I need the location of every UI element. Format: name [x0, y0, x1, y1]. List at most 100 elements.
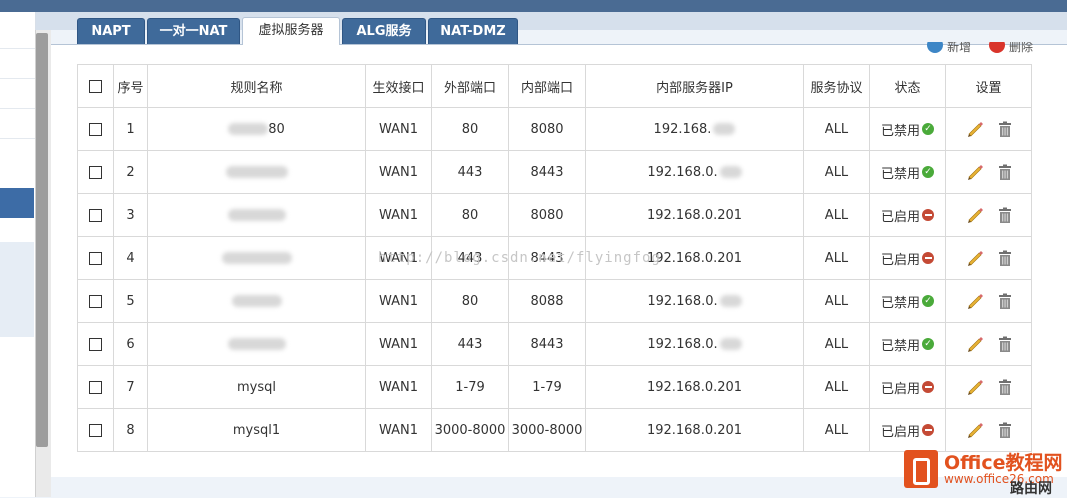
delete-trash-icon[interactable]	[998, 422, 1012, 438]
delete-trash-icon[interactable]	[998, 336, 1012, 352]
row-checkbox[interactable]	[89, 165, 102, 179]
table-row[interactable]: 8 mysql1 WAN1 3000-8000 3000-8000 192.168.0.2…	[77, 408, 1032, 452]
disabled-status-icon[interactable]: ✓	[922, 338, 934, 350]
status-toggle[interactable]: 已禁用 ✓	[881, 335, 934, 354]
add-button[interactable]: 新增	[927, 42, 971, 55]
row-select-cell	[77, 279, 114, 323]
table-body: 1 80 WAN1 80 8080 192.168. ALL 已禁用 ✓ 2 WAN1 443 8443…	[77, 107, 1032, 452]
settings-cell	[945, 322, 1032, 366]
edit-pencil-icon[interactable]	[966, 250, 984, 266]
delete-trash-icon[interactable]	[998, 164, 1012, 180]
status-cell[interactable]: 已启用	[869, 236, 946, 280]
table-row[interactable]: 6 WAN1 443 8443 192.168.0. ALL 已禁用 ✓	[77, 322, 1032, 366]
enabled-status-icon[interactable]	[922, 209, 934, 221]
edit-pencil-icon[interactable]	[966, 164, 984, 180]
server-ip: 192.168.0.	[647, 336, 718, 352]
status-toggle[interactable]: 已禁用 ✓	[881, 120, 934, 139]
interface-cell: WAN1	[365, 365, 432, 409]
delete-trash-icon[interactable]	[998, 207, 1012, 223]
disabled-status-icon[interactable]: ✓	[922, 166, 934, 178]
tab-napt[interactable]: NAPT	[77, 18, 145, 44]
status-toggle[interactable]: 已禁用 ✓	[881, 163, 934, 182]
status-cell[interactable]: 已启用	[869, 193, 946, 237]
disabled-status-icon[interactable]: ✓	[922, 295, 934, 307]
column-header-external-port: 外部端口	[431, 64, 509, 108]
table-row[interactable]: 1 80 WAN1 80 8080 192.168. ALL 已禁用 ✓	[77, 107, 1032, 151]
tab-virtual-server[interactable]: 虚拟服务器	[242, 17, 340, 45]
nav-submenu[interactable]	[0, 242, 34, 337]
edit-pencil-icon[interactable]	[966, 207, 984, 223]
redacted-name-blur	[231, 295, 282, 307]
status-toggle[interactable]: 已启用	[881, 249, 934, 268]
redacted-name-blur	[227, 338, 286, 350]
internal-port-cell: 8080	[508, 107, 586, 151]
internal-port-cell: 8088	[508, 279, 586, 323]
row-checkbox[interactable]	[89, 294, 102, 308]
settings-cell	[945, 279, 1032, 323]
row-checkbox[interactable]	[89, 208, 102, 222]
status-cell[interactable]: 已禁用 ✓	[869, 150, 946, 194]
redacted-ip-blur	[719, 338, 742, 350]
row-checkbox[interactable]	[89, 251, 102, 265]
table-row[interactable]: 5 WAN1 80 8088 192.168.0. ALL 已禁用 ✓	[77, 279, 1032, 323]
row-checkbox[interactable]	[89, 337, 102, 351]
table-row[interactable]: 4 WAN1 443 8443 192.168.0.201 ALL 已启用	[77, 236, 1032, 280]
enabled-status-icon[interactable]	[922, 252, 934, 264]
rule-name-cell: mysql1	[147, 408, 366, 452]
delete-trash-icon[interactable]	[998, 121, 1012, 137]
server-ip-cell: 192.168.0.201	[585, 236, 804, 280]
protocol-cell: ALL	[803, 193, 870, 237]
status-toggle[interactable]: 已启用	[881, 378, 934, 397]
scrollbar-thumb[interactable]	[36, 33, 48, 447]
rule-name: mysql	[237, 379, 276, 395]
status-text: 已禁用	[880, 166, 920, 182]
status-cell[interactable]: 已禁用 ✓	[869, 322, 946, 366]
external-port-cell: 443	[431, 150, 509, 194]
nav-item-selected[interactable]	[0, 188, 34, 218]
tab-one-to-one-nat[interactable]: 一对一NAT	[147, 18, 240, 44]
delete-trash-icon[interactable]	[998, 379, 1012, 395]
status-cell[interactable]: 已启用	[869, 365, 946, 409]
nav-divider	[0, 138, 35, 139]
status-toggle[interactable]: 已禁用 ✓	[881, 292, 934, 311]
edit-pencil-icon[interactable]	[966, 422, 984, 438]
redacted-name-blur	[221, 252, 292, 264]
edit-pencil-icon[interactable]	[966, 121, 984, 137]
tab-nat-dmz[interactable]: NAT-DMZ	[428, 18, 518, 44]
table-row[interactable]: 3 WAN1 80 8080 192.168.0.201 ALL 已启用	[77, 193, 1032, 237]
settings-cell	[945, 150, 1032, 194]
external-port-cell: 1-79	[431, 365, 509, 409]
enabled-status-icon[interactable]	[922, 381, 934, 393]
protocol-cell: ALL	[803, 107, 870, 151]
rule-name-cell	[147, 193, 366, 237]
table-row[interactable]: 2 WAN1 443 8443 192.168.0. ALL 已禁用 ✓	[77, 150, 1032, 194]
status-cell[interactable]: 已禁用 ✓	[869, 279, 946, 323]
rule-name: 80	[268, 121, 285, 137]
enabled-status-icon[interactable]	[922, 424, 934, 436]
row-checkbox[interactable]	[89, 423, 102, 437]
row-index: 8	[113, 408, 148, 452]
window-top-bar	[0, 0, 1067, 12]
status-toggle[interactable]: 已启用	[881, 421, 934, 440]
status-toggle[interactable]: 已启用	[881, 206, 934, 225]
delete-trash-icon[interactable]	[998, 293, 1012, 309]
nav-divider	[0, 48, 35, 49]
table-row[interactable]: 7 mysql WAN1 1-79 1-79 192.168.0.201 ALL 已启用	[77, 365, 1032, 409]
tab-alg-service[interactable]: ALG服务	[342, 18, 426, 44]
select-all-checkbox[interactable]	[89, 79, 102, 93]
status-cell[interactable]: 已禁用 ✓	[869, 107, 946, 151]
edit-pencil-icon[interactable]	[966, 336, 984, 352]
interface-cell: WAN1	[365, 236, 432, 280]
delete-button[interactable]: 删除	[988, 42, 1033, 55]
server-ip-cell: 192.168.0.201	[585, 408, 804, 452]
protocol-cell: ALL	[803, 408, 870, 452]
row-checkbox[interactable]	[89, 122, 102, 136]
disabled-status-icon[interactable]: ✓	[922, 123, 934, 135]
edit-pencil-icon[interactable]	[966, 379, 984, 395]
delete-trash-icon[interactable]	[998, 250, 1012, 266]
edit-pencil-icon[interactable]	[966, 293, 984, 309]
external-port-cell: 80	[431, 193, 509, 237]
rule-name-cell: mysql	[147, 365, 366, 409]
internal-port-cell: 3000-8000	[508, 408, 586, 452]
row-checkbox[interactable]	[89, 380, 102, 394]
